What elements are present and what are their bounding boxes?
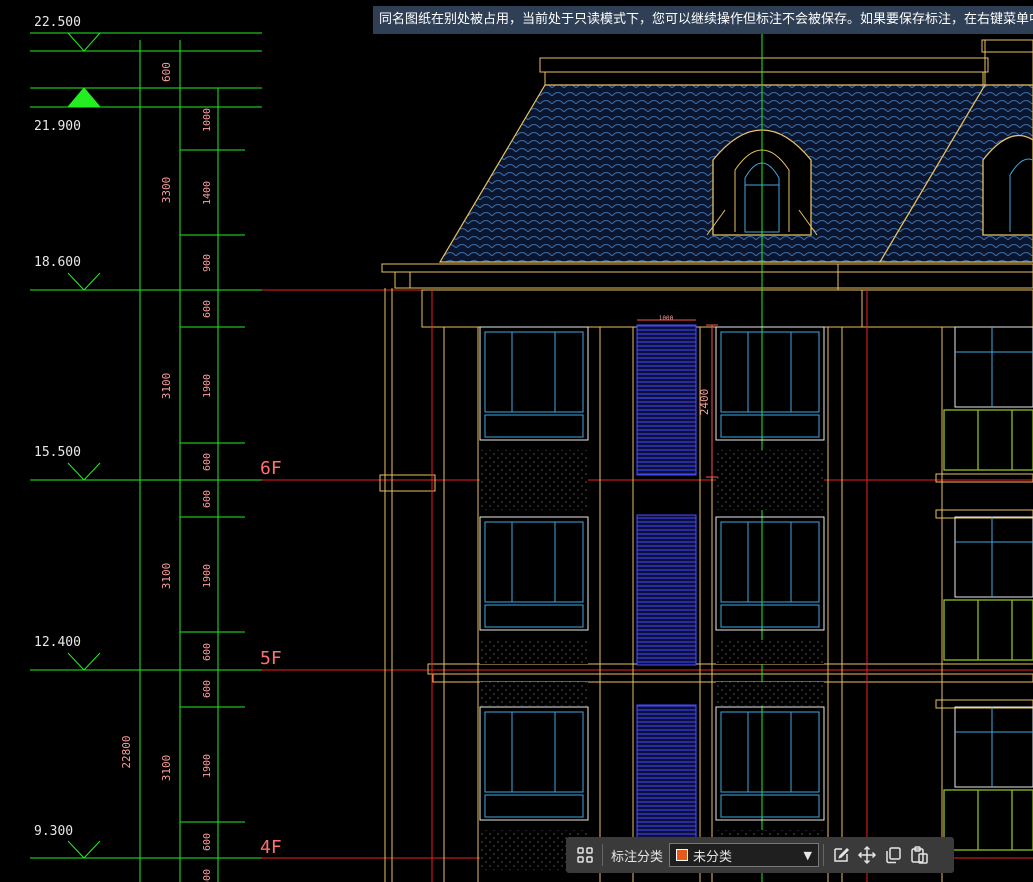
grid-icon[interactable] [572,842,598,868]
window-dim-2400: 2400 [698,389,711,416]
dim-inner: 1900 [202,754,213,778]
dim-outer-3100-b: 3100 [160,563,173,590]
floor-label-6f: 6F [260,458,282,479]
dim-inner: 600 [202,833,213,851]
dim-total-22800: 22800 [120,735,133,768]
dim-inner: 600 [202,453,213,471]
shutter-dim-1000: 1000 [659,315,674,322]
dim-outer-3100-c: 3100 [160,755,173,782]
floor-label-4f: 4F [260,837,282,858]
cad-drawing-canvas[interactable]: 22.500 21.900 18.600 15.500 12.400 9.300… [0,0,1033,882]
level-label-15500: 15.500 [34,445,81,460]
dim-inner: 900 [202,254,213,272]
dim-inner: 1900 [202,564,213,588]
balconies [943,409,1033,851]
roof [381,39,1033,290]
dim-inner: 1000 [202,108,213,132]
dim-outer-600: 600 [160,62,173,82]
toolbar-divider [602,844,603,866]
category-value: 未分类 [693,849,733,865]
dim-outer-3100-a: 3100 [160,373,173,400]
annotation-toolbar: 标注分类 未分类 ▼ [566,837,954,873]
paste-icon[interactable] [906,842,932,868]
copy-icon[interactable] [880,842,906,868]
category-color-swatch [676,849,689,861]
dim-inner: 600 [202,490,213,508]
dim-inner: 600 [202,643,213,661]
readonly-notice-banner: 同名图纸在别处被占用，当前处于只读模式下，您可以继续操作但标注不会被保存。如果要… [373,6,1033,34]
facade [379,288,1033,882]
dim-inner: 600 [202,869,213,882]
level-label-22500: 22.500 [34,15,81,30]
category-label: 标注分类 [611,849,664,865]
move-icon[interactable] [854,842,880,868]
shutters [636,324,697,856]
dim-inner: 1900 [202,374,213,398]
level-label-18600: 18.600 [34,255,81,270]
windows [479,326,1033,821]
level-label-12400: 12.400 [34,635,81,650]
floor-label-5f: 5F [260,648,282,669]
toolbar-divider [823,844,825,866]
dim-inner: 600 [202,680,213,698]
level-label-21900: 21.900 [34,119,81,134]
chevron-down-icon: ▼ [803,848,813,862]
dim-inner: 1400 [202,181,213,205]
level-label-9300: 9.300 [34,824,73,839]
category-select[interactable]: 未分类 ▼ [669,843,820,867]
edit-icon[interactable] [828,842,854,868]
dim-inner: 600 [202,300,213,318]
dim-outer-3300: 3300 [160,177,173,204]
